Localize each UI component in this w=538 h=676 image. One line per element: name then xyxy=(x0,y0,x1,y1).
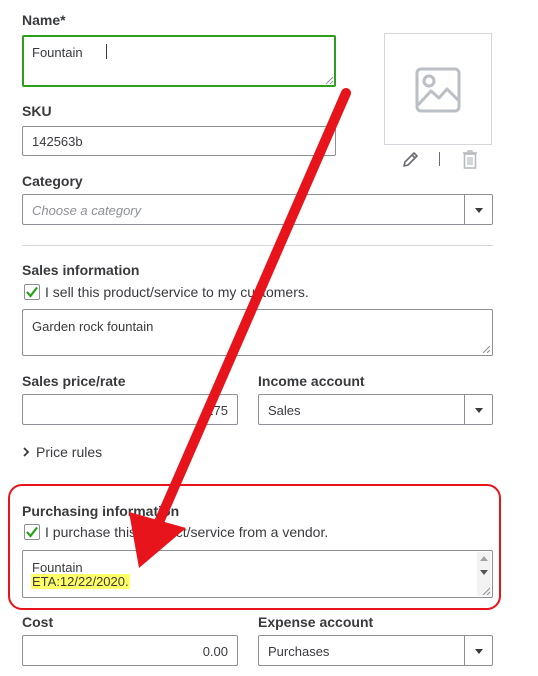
sku-label: SKU xyxy=(22,103,52,119)
resize-handle-icon[interactable] xyxy=(482,345,490,353)
sales-price-value: 275 xyxy=(206,403,228,418)
chevron-right-icon xyxy=(23,447,30,457)
annotation-highlight-box xyxy=(8,484,501,610)
cost-value: 0.00 xyxy=(202,644,228,659)
cost-input[interactable]: 0.00 xyxy=(22,635,238,666)
expense-account-label: Expense account xyxy=(258,614,374,630)
sales-description-value: Garden rock fountain xyxy=(32,319,154,334)
expense-account-chevron-icon[interactable] xyxy=(464,636,492,665)
category-placeholder: Choose a category xyxy=(32,203,142,218)
trash-icon[interactable] xyxy=(461,150,479,169)
sku-input-value: 142563b xyxy=(32,134,83,149)
income-account-value: Sales xyxy=(268,403,301,418)
section-divider xyxy=(22,245,493,246)
income-account-chevron-icon[interactable] xyxy=(464,395,492,424)
text-cursor xyxy=(106,44,107,59)
income-account-select[interactable]: Sales xyxy=(258,394,493,425)
pencil-icon[interactable] xyxy=(401,151,419,169)
price-rules-label: Price rules xyxy=(36,444,103,460)
expense-account-select[interactable]: Purchases xyxy=(258,635,493,666)
sku-input[interactable]: 142563b xyxy=(22,126,336,156)
name-input-value: Fountain xyxy=(32,45,83,60)
sales-info-heading: Sales information xyxy=(22,262,140,278)
sales-price-label: Sales price/rate xyxy=(22,373,126,389)
image-placeholder-icon xyxy=(415,67,461,113)
image-upload-area[interactable] xyxy=(384,33,492,145)
sales-checkbox-label: I sell this product/service to my custom… xyxy=(45,284,309,300)
sales-checkbox[interactable] xyxy=(24,284,40,300)
sales-price-input[interactable]: 275 xyxy=(22,394,238,425)
category-dropdown-chevron-icon[interactable] xyxy=(464,195,492,224)
cost-label: Cost xyxy=(22,614,54,630)
sales-description-textarea[interactable]: Garden rock fountain xyxy=(22,309,493,356)
category-label: Category xyxy=(22,173,83,189)
icon-divider xyxy=(439,152,440,166)
resize-handle-icon[interactable] xyxy=(325,76,333,84)
checkmark-icon xyxy=(26,286,38,298)
name-input[interactable]: Fountain xyxy=(22,35,336,87)
expense-account-value: Purchases xyxy=(268,644,330,659)
income-account-label: Income account xyxy=(258,373,365,389)
name-label: Name* xyxy=(22,12,66,28)
category-select[interactable]: Choose a category xyxy=(22,194,493,225)
